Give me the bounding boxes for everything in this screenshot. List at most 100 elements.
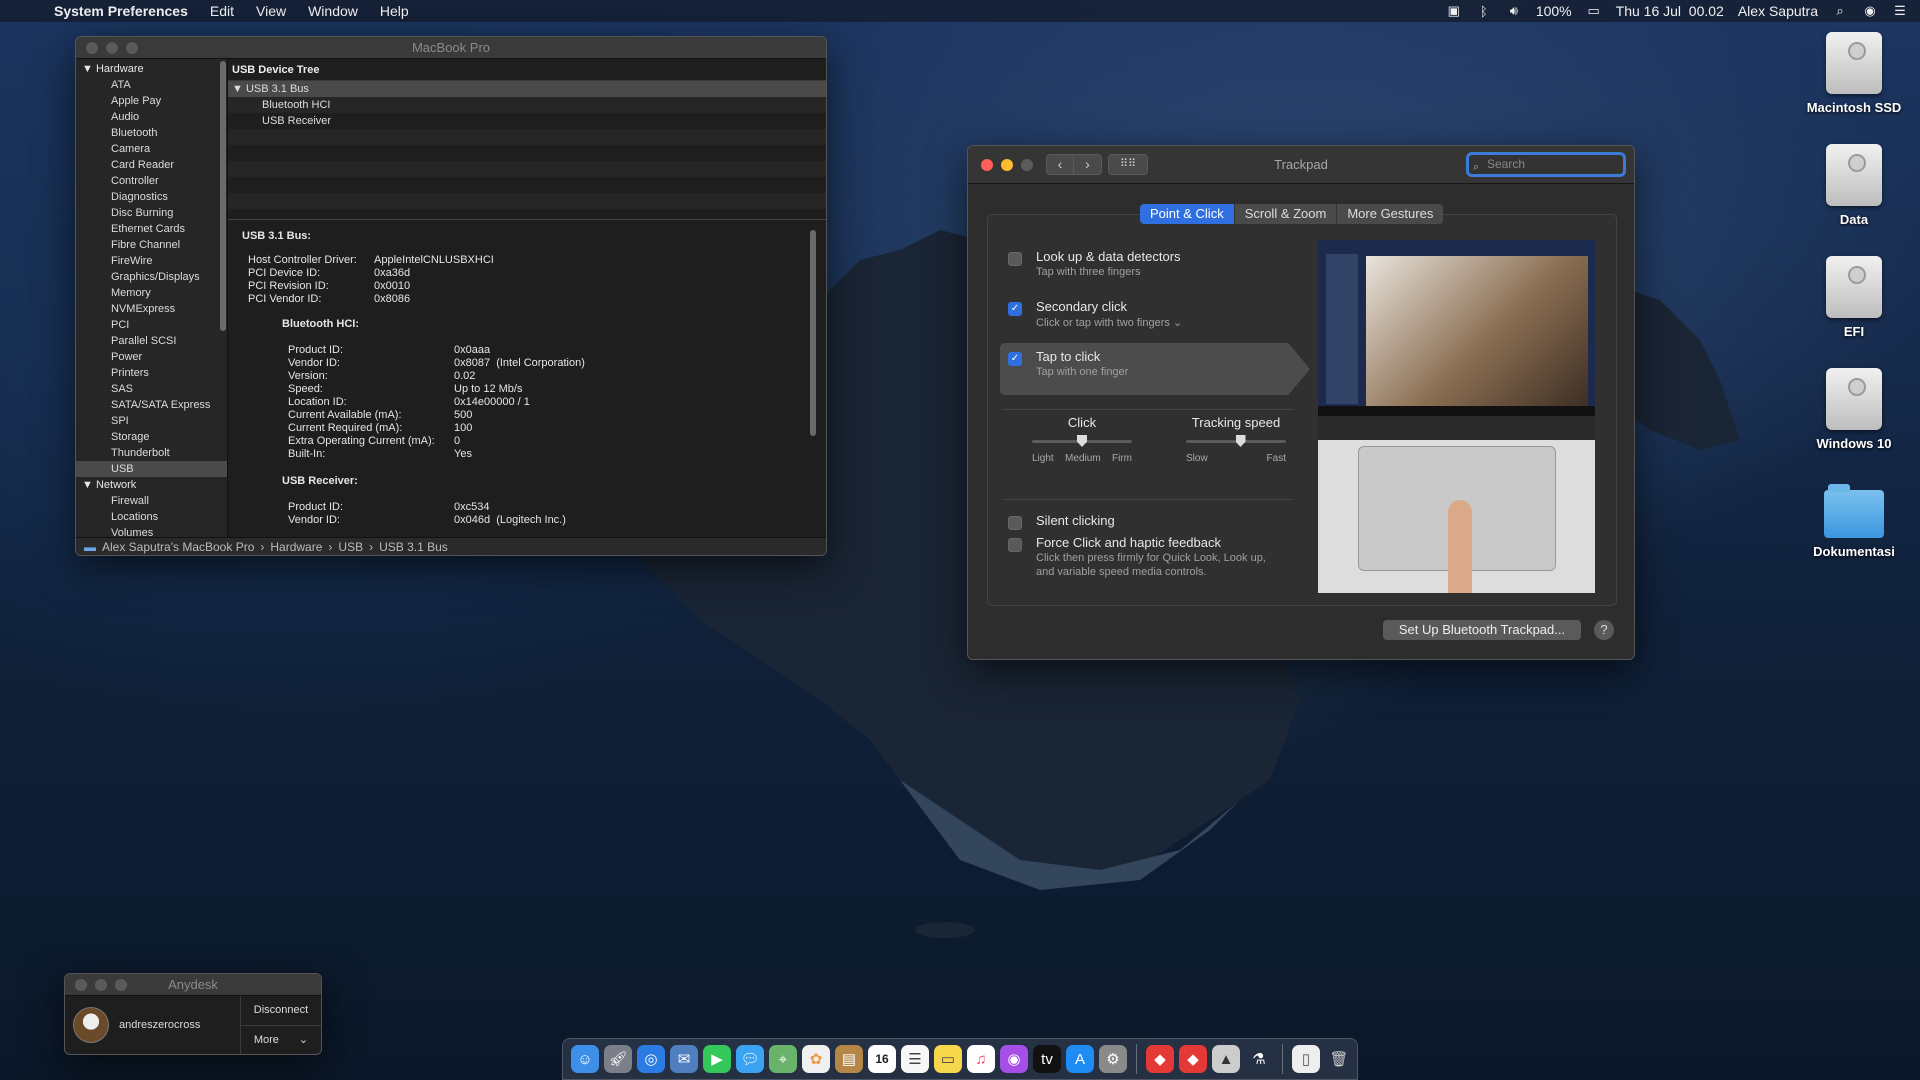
- force-click-checkbox[interactable]: [1008, 538, 1022, 552]
- sidebar-item-sata[interactable]: SATA/SATA Express: [76, 397, 227, 413]
- click-slider-thumb[interactable]: [1077, 435, 1087, 447]
- app-store-icon[interactable]: A: [1066, 1045, 1094, 1073]
- sidebar-item-camera[interactable]: Camera: [76, 141, 227, 157]
- setup-bluetooth-trackpad-button[interactable]: Set Up Bluetooth Trackpad...: [1383, 620, 1581, 640]
- sidebar-item-bluetooth[interactable]: Bluetooth: [76, 125, 227, 141]
- path-item[interactable]: Hardware: [270, 538, 322, 556]
- desktop-icon-data[interactable]: Data: [1799, 144, 1909, 227]
- sidebar-item-audio[interactable]: Audio: [76, 109, 227, 125]
- contacts-icon[interactable]: ▤: [835, 1045, 863, 1073]
- path-item[interactable]: Alex Saputra's MacBook Pro: [102, 538, 254, 556]
- sidebar-item-nvmexpress[interactable]: NVMExpress: [76, 301, 227, 317]
- sidebar-item-controller[interactable]: Controller: [76, 173, 227, 189]
- sidebar-item-firewall[interactable]: Firewall: [76, 493, 227, 509]
- safari-icon[interactable]: ◎: [637, 1045, 665, 1073]
- sidebar-item-parallel-scsi[interactable]: Parallel SCSI: [76, 333, 227, 349]
- spotlight-search-icon[interactable]: ⌕: [1832, 3, 1848, 18]
- anydesk-alt-icon[interactable]: ◆: [1179, 1045, 1207, 1073]
- finder-icon[interactable]: ☺: [571, 1045, 599, 1073]
- sidebar-item-spi[interactable]: SPI: [76, 413, 227, 429]
- menu-app-name[interactable]: System Preferences: [54, 3, 188, 19]
- disconnect-button[interactable]: Disconnect: [241, 996, 321, 1026]
- sidebar-item-volumes[interactable]: Volumes: [76, 525, 227, 537]
- notification-center-icon[interactable]: ☰: [1892, 3, 1908, 18]
- sidebar-item-printers[interactable]: Printers: [76, 365, 227, 381]
- user-name[interactable]: Alex Saputra: [1738, 3, 1818, 19]
- tracking-speed-thumb[interactable]: [1235, 435, 1246, 447]
- bluetooth-icon[interactable]: ᛒ: [1476, 4, 1492, 19]
- sidebar-item-storage[interactable]: Storage: [76, 429, 227, 445]
- sidebar-item-usb[interactable]: USB: [76, 461, 227, 477]
- zoom-button[interactable]: [126, 42, 138, 54]
- tab-more-gestures[interactable]: More Gestures: [1337, 204, 1444, 224]
- podcasts-icon[interactable]: ◉: [1000, 1045, 1028, 1073]
- desktop-icon-macintosh-ssd[interactable]: Macintosh SSD: [1799, 32, 1909, 115]
- sidebar-item-memory[interactable]: Memory: [76, 285, 227, 301]
- notes-icon[interactable]: ▭: [934, 1045, 962, 1073]
- tab-scroll-zoom[interactable]: Scroll & Zoom: [1234, 204, 1338, 224]
- battery-icon[interactable]: ▭: [1586, 3, 1602, 18]
- lookup-checkbox[interactable]: [1008, 252, 1022, 266]
- calendar-icon[interactable]: 16: [868, 1045, 896, 1073]
- more-dropdown[interactable]: More ⌄: [241, 1026, 321, 1055]
- tab-point-click[interactable]: Point & Click: [1140, 204, 1235, 224]
- zoom-button[interactable]: [115, 979, 127, 991]
- system-preferences-icon[interactable]: ⚙: [1099, 1045, 1127, 1073]
- tap-to-click-checkbox[interactable]: ✓: [1008, 352, 1022, 366]
- facetime-icon[interactable]: ▶: [703, 1045, 731, 1073]
- messages-icon[interactable]: 💬︎: [736, 1045, 764, 1073]
- trash-icon[interactable]: 🗑︎: [1325, 1045, 1353, 1073]
- desktop-icon-efi[interactable]: EFI: [1799, 256, 1909, 339]
- siri-icon[interactable]: ◉: [1862, 3, 1878, 18]
- desktop-icon-windows-10[interactable]: Windows 10: [1799, 368, 1909, 451]
- sidebar-item-pci[interactable]: PCI: [76, 317, 227, 333]
- sidebar-item-power[interactable]: Power: [76, 349, 227, 365]
- detail-scrollbar[interactable]: [810, 230, 816, 436]
- minimize-button[interactable]: [106, 42, 118, 54]
- sidebar-item-firewire[interactable]: FireWire: [76, 253, 227, 269]
- tree-header[interactable]: USB Device Tree: [228, 59, 826, 81]
- photos-icon[interactable]: ✿: [802, 1045, 830, 1073]
- sidebar-item-graphics-displays[interactable]: Graphics/Displays: [76, 269, 227, 285]
- tree-row-bluetooth-hci[interactable]: Bluetooth HCI: [228, 97, 826, 113]
- sidebar-item-card-reader[interactable]: Card Reader: [76, 157, 227, 173]
- tree-row-usb-receiver[interactable]: USB Receiver: [228, 113, 826, 129]
- maps-icon[interactable]: ⌖: [769, 1045, 797, 1073]
- sidebar-item-thunderbolt[interactable]: Thunderbolt: [76, 445, 227, 461]
- utility-icon[interactable]: ⚗: [1245, 1045, 1273, 1073]
- secondary-click-checkbox[interactable]: ✓: [1008, 302, 1022, 316]
- close-button[interactable]: [75, 979, 87, 991]
- path-item[interactable]: USB: [338, 538, 363, 556]
- music-icon[interactable]: ♫: [967, 1045, 995, 1073]
- sidebar-item-locations[interactable]: Locations: [76, 509, 227, 525]
- menu-view[interactable]: View: [256, 3, 286, 19]
- sidebar-section-hardware[interactable]: ▼ Hardware: [76, 61, 227, 77]
- activity-icon[interactable]: ▣: [1446, 3, 1462, 18]
- anydesk-icon[interactable]: ◆: [1146, 1045, 1174, 1073]
- sidebar-item-disc-burning[interactable]: Disc Burning: [76, 205, 227, 221]
- volume-icon[interactable]: 🔊︎: [1506, 3, 1522, 18]
- tree-row-usb-bus[interactable]: ▼ USB 3.1 Bus: [228, 81, 826, 97]
- sidebar-item-sas[interactable]: SAS: [76, 381, 227, 397]
- menu-help[interactable]: Help: [380, 3, 409, 19]
- reminders-icon[interactable]: ☰: [901, 1045, 929, 1073]
- mail-icon[interactable]: ✉: [670, 1045, 698, 1073]
- clock[interactable]: Thu 16 Jul 00.02: [1616, 3, 1724, 19]
- search-input[interactable]: ⌕ Search: [1466, 152, 1626, 177]
- path-item[interactable]: USB 3.1 Bus: [379, 538, 448, 556]
- sidebar-item-diagnostics[interactable]: Diagnostics: [76, 189, 227, 205]
- tracking-speed-slider[interactable]: Tracking speed Slow Fast: [1166, 415, 1306, 464]
- apple-tv-icon[interactable]: tv: [1033, 1045, 1061, 1073]
- desktop-icon-dokumentasi[interactable]: Dokumentasi: [1799, 480, 1909, 559]
- battery-percent[interactable]: 100%: [1536, 3, 1572, 19]
- preview-icon[interactable]: ▲: [1212, 1045, 1240, 1073]
- sidebar-item-fibre-channel[interactable]: Fibre Channel: [76, 237, 227, 253]
- sidebar-item-ata[interactable]: ATA: [76, 77, 227, 93]
- close-button[interactable]: [86, 42, 98, 54]
- menu-edit[interactable]: Edit: [210, 3, 234, 19]
- sidebar-scrollbar[interactable]: [220, 61, 226, 331]
- launchpad-icon[interactable]: 🚀︎: [604, 1045, 632, 1073]
- click-slider[interactable]: Click Light Medium Firm: [1012, 415, 1152, 464]
- help-button[interactable]: ?: [1594, 620, 1614, 640]
- sidebar-item-ethernet-cards[interactable]: Ethernet Cards: [76, 221, 227, 237]
